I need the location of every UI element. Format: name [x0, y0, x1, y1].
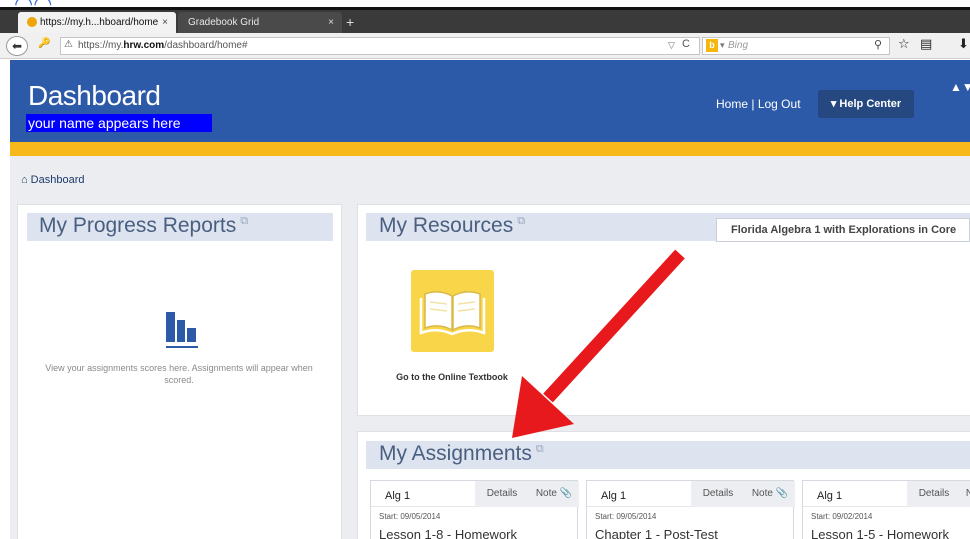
tab-gradebook[interactable]: Gradebook Grid ×	[178, 12, 342, 33]
assignment-card-header: Alg 1 Details N	[803, 481, 970, 507]
paperclip-icon: 📎	[775, 488, 789, 499]
help-center-button[interactable]: ▾ Help Center	[818, 90, 914, 118]
close-icon[interactable]: ×	[328, 12, 334, 33]
assignment-note-tab[interactable]: N	[961, 481, 970, 507]
assignment-start-date: Start: 09/05/2014	[595, 512, 657, 521]
clipboard-icon[interactable]: ▤	[920, 37, 932, 52]
bar-chart-icon	[166, 312, 198, 348]
assignment-card[interactable]: Alg 1 Details Note 📎 Start: 09/05/2014 L…	[370, 480, 579, 539]
assignment-card-header: Alg 1 Details Note 📎	[371, 481, 579, 507]
home-icon: ⌂	[21, 174, 28, 186]
search-icon[interactable]: ⚲	[874, 38, 882, 51]
reload-icon[interactable]: C	[682, 38, 690, 50]
chevron-down-icon: ▾	[830, 98, 837, 110]
search-input[interactable]: Bing	[728, 40, 748, 51]
star-icon[interactable]: ☆	[898, 37, 910, 52]
new-tab-icon[interactable]: +	[346, 12, 354, 33]
open-book-icon	[419, 291, 486, 336]
assignment-course: Alg 1	[385, 490, 411, 502]
assignment-details-tab[interactable]: Details	[907, 481, 961, 507]
breadcrumb-label: Dashboard	[30, 174, 85, 186]
user-menu-icon[interactable]: ▲▼	[950, 80, 970, 94]
assignment-course: Alg 1	[601, 490, 627, 502]
assignment-title[interactable]: Lesson 1-5 - Homework	[811, 527, 949, 539]
external-link-icon[interactable]: ⧉	[240, 215, 248, 227]
breadcrumb[interactable]: ⌂ Dashboard	[21, 174, 84, 186]
url-text[interactable]: https://my.hrw.com/dashboard/home#	[78, 40, 248, 51]
assignment-course: Alg 1	[817, 490, 843, 502]
online-textbook-tile[interactable]	[411, 270, 494, 352]
home-link[interactable]: Home	[716, 97, 748, 111]
assignment-start-date: Start: 09/05/2014	[379, 512, 441, 521]
progress-reports-title[interactable]: My Progress Reports ⧉	[39, 214, 248, 238]
link-separator: |	[751, 97, 755, 111]
assignment-note-tab[interactable]: Note 📎	[745, 481, 795, 507]
user-name: your name appears here	[26, 114, 212, 132]
tab-dashboard[interactable]: https://my.h...hboard/home ×	[18, 12, 176, 33]
assignments-title[interactable]: My Assignments ⧉	[379, 442, 544, 466]
assignment-details-tab[interactable]: Details	[691, 481, 745, 507]
accent-stripe	[10, 142, 970, 156]
page-title: Dashboard	[28, 80, 161, 111]
external-link-icon[interactable]: ⧉	[536, 443, 544, 455]
warning-icon[interactable]: ⚠	[64, 39, 73, 50]
close-icon[interactable]: ×	[162, 12, 168, 33]
external-link-icon[interactable]: ⧉	[517, 215, 525, 227]
assignment-card[interactable]: Alg 1 Details Note 📎 Start: 09/05/2014 C…	[586, 480, 795, 539]
download-icon[interactable]: ⬇	[958, 37, 969, 52]
dropdown-icon[interactable]: ▽	[668, 40, 675, 51]
key-icon[interactable]: 🔑	[38, 38, 50, 49]
logout-link[interactable]: Log Out	[758, 97, 801, 111]
paperclip-icon: 📎	[559, 488, 573, 499]
tab-label: https://my.h...hboard/home	[40, 17, 159, 28]
assignment-card-header: Alg 1 Details Note 📎	[587, 481, 795, 507]
assignment-title[interactable]: Lesson 1-8 - Homework	[379, 527, 517, 539]
progress-empty-message: View your assignments scores here. Assig…	[45, 363, 313, 385]
help-center-label: Help Center	[839, 98, 902, 110]
assignment-card[interactable]: Alg 1 Details N Start: 09/02/2014 Lesson…	[802, 480, 970, 539]
dropdown-icon[interactable]: ▾	[720, 40, 725, 51]
course-selector[interactable]: Florida Algebra 1 with Explorations in C…	[716, 218, 970, 242]
assignment-details-tab[interactable]: Details	[475, 481, 529, 507]
online-textbook-link[interactable]: Go to the Online Textbook	[392, 371, 512, 383]
tab-label: Gradebook Grid	[188, 17, 260, 28]
bing-icon[interactable]: b	[706, 39, 718, 52]
resources-title[interactable]: My Resources ⧉	[379, 214, 525, 238]
assignment-start-date: Start: 09/02/2014	[811, 512, 873, 521]
assignment-note-tab[interactable]: Note 📎	[529, 481, 579, 507]
assignment-title[interactable]: Chapter 1 - Post-Test	[595, 527, 718, 539]
header-links: Home | Log Out	[716, 97, 801, 111]
loading-icon	[27, 17, 37, 27]
back-arrow-icon[interactable]: ⬅	[6, 36, 28, 56]
